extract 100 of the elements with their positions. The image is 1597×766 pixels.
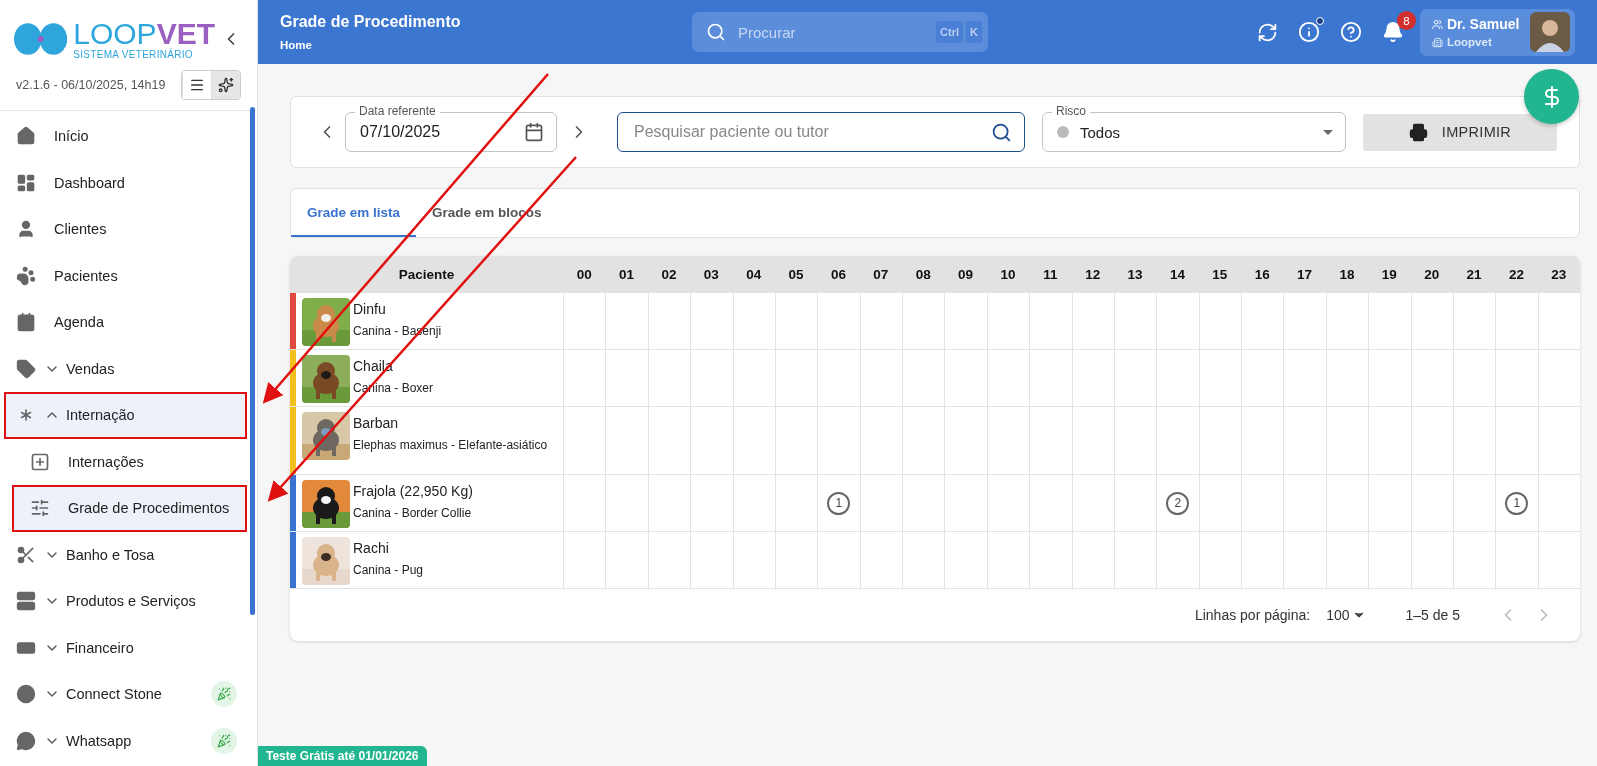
search-input[interactable]: Procurar: [736, 22, 934, 42]
column-header: 00: [563, 256, 606, 293]
people-icon: [1432, 18, 1443, 30]
party-popper-icon: [211, 727, 237, 754]
patient-name: Dinfu: [353, 301, 387, 317]
menu-item[interactable]: Produtos e Serviços: [4, 578, 247, 625]
column-header: 19: [1368, 256, 1411, 293]
print-button[interactable]: IMPRIMIR: [1363, 113, 1557, 151]
column-header: 14: [1156, 256, 1199, 293]
notification-count: 8: [1397, 11, 1416, 30]
menu-item[interactable]: Whatsapp: [4, 717, 247, 764]
building-icon: [1432, 36, 1443, 48]
party-popper-icon: [211, 681, 237, 708]
trial-banner: Teste Grátis até 01/01/2026: [258, 746, 427, 766]
column-header: 08: [902, 256, 945, 293]
column-header: 12: [1071, 256, 1114, 293]
column-header: 04: [732, 256, 775, 293]
person-icon: [16, 219, 36, 240]
column-header: 01: [605, 256, 648, 293]
menu-item[interactable]: Vendas: [4, 345, 247, 392]
task-count[interactable]: 1: [1505, 491, 1529, 515]
column-header: 06: [817, 256, 860, 293]
tab[interactable]: Grade em lista: [291, 189, 417, 237]
column-header: 09: [944, 256, 987, 293]
column-header: 05: [774, 256, 818, 293]
search-icon[interactable]: [991, 121, 1012, 143]
sliders-icon: [30, 498, 50, 519]
menu-item[interactable]: Início: [4, 113, 247, 160]
menu-item[interactable]: Financeiro: [4, 624, 247, 671]
column-header: 17: [1283, 256, 1326, 293]
menu-item[interactable]: Agenda: [4, 299, 247, 346]
patient-name: Barban: [353, 415, 400, 431]
bell-icon: [1382, 21, 1404, 43]
user-name: Dr. Samuel: [1447, 16, 1520, 32]
column-header: 21: [1452, 256, 1496, 293]
menu-item[interactable]: Dashboard: [4, 159, 247, 206]
paw-icon: [16, 265, 36, 286]
notifications-button[interactable]: 8: [1382, 11, 1416, 43]
organization-name: Loopvet: [1447, 36, 1492, 48]
rows-per-page-label: Linhas por página:: [1194, 607, 1311, 623]
search-icon: [706, 22, 726, 42]
server-icon: [16, 591, 36, 612]
sparkles-icon: [218, 77, 234, 93]
column-header: 18: [1325, 256, 1369, 293]
column-header: 03: [690, 256, 733, 293]
column-header: 15: [1198, 256, 1241, 293]
task-count[interactable]: 1: [827, 491, 851, 515]
patient-search-field[interactable]: Pesquisar paciente ou tutor: [617, 112, 1025, 152]
scrollbar[interactable]: [250, 107, 255, 615]
scissors-icon: [16, 544, 36, 565]
refresh-button[interactable]: [1257, 21, 1278, 43]
column-header: 10: [986, 256, 1030, 293]
help-icon[interactable]: [1340, 21, 1362, 43]
column-header: 02: [647, 256, 691, 293]
chat-icon: [16, 730, 36, 751]
plus-square-icon: [30, 451, 50, 472]
patient-name: Rachi: [353, 540, 390, 556]
brand-name: LOOPVET: [73, 18, 215, 49]
calendar-icon[interactable]: [524, 122, 544, 142]
column-header: 22: [1495, 256, 1538, 293]
column-header: 23: [1537, 256, 1580, 293]
menu-item[interactable]: Internação: [4, 392, 247, 439]
printer-icon: [1408, 122, 1428, 142]
status-dot: [1057, 126, 1069, 138]
avatar-icon: [1530, 12, 1570, 52]
menu-item[interactable]: Connect Stone: [4, 671, 247, 718]
menu-item[interactable]: Clientes: [4, 206, 247, 253]
shortcut-key: K: [966, 21, 982, 43]
menu-item[interactable]: Banho e Tosa: [4, 531, 247, 578]
dashboard-icon: [16, 172, 36, 193]
breadcrumb-link[interactable]: Home: [280, 39, 692, 51]
tag-icon: [16, 358, 36, 379]
refresh-icon: [1257, 21, 1278, 43]
column-header: 07: [859, 256, 902, 293]
brand-tagline: SISTEMA VETERINÁRIO: [73, 48, 194, 60]
shortcut-key: Ctrl: [936, 21, 964, 43]
page-title: Grade de Procedimento: [280, 13, 462, 31]
page-range: 1–5 de 5: [1405, 607, 1460, 623]
column-header: 20: [1410, 256, 1453, 293]
menu-item[interactable]: Internações: [12, 438, 247, 485]
column-header: 11: [1029, 256, 1072, 293]
logo-icon: [14, 23, 68, 55]
disc-icon: [16, 684, 36, 705]
home-icon: [16, 126, 36, 147]
menu-icon: [189, 77, 205, 93]
task-count[interactable]: 2: [1166, 491, 1190, 515]
patient-species: Canina - Pug: [353, 562, 424, 579]
menu-item[interactable]: Grade de Procedimentos: [12, 485, 247, 532]
sparkle-view-button[interactable]: [211, 71, 240, 99]
dropdown-icon: [1323, 129, 1333, 135]
rows-per-page-select[interactable]: 100: [1326, 607, 1366, 623]
calendar-icon: [16, 312, 36, 333]
column-header: 13: [1113, 256, 1157, 293]
patient-name: Frajola (22,950 Kg): [353, 483, 473, 499]
patient-species: Elephas maximus - Elefante-asiático: [353, 437, 548, 454]
menu-item[interactable]: Pacientes: [4, 252, 247, 299]
version-text: v2.1.6 - 06/10/2025, 14h19: [16, 78, 166, 92]
patient-species: Canina - Border Collie: [353, 505, 473, 522]
column-header: Paciente: [290, 256, 563, 293]
column-header: 16: [1241, 256, 1284, 293]
